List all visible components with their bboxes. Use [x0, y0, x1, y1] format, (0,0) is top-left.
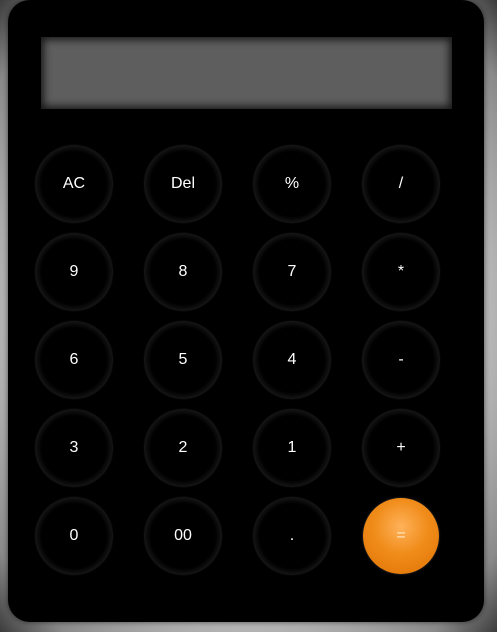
digit-6-button[interactable]: 6: [36, 322, 112, 398]
equals-button[interactable]: =: [363, 498, 439, 574]
divide-button[interactable]: /: [363, 146, 439, 222]
add-button[interactable]: +: [363, 410, 439, 486]
delete-button[interactable]: Del: [145, 146, 221, 222]
decimal-point-button[interactable]: .: [254, 498, 330, 574]
subtract-button[interactable]: -: [363, 322, 439, 398]
keypad: AC Del % / 9 8 7 * 6 5 4 - 3 2 1 + 0 00 …: [36, 146, 440, 574]
percent-button[interactable]: %: [254, 146, 330, 222]
calculator-body: AC Del % / 9 8 7 * 6 5 4 - 3 2 1 + 0 00 …: [8, 0, 484, 622]
digit-3-button[interactable]: 3: [36, 410, 112, 486]
digit-5-button[interactable]: 5: [145, 322, 221, 398]
digit-8-button[interactable]: 8: [145, 234, 221, 310]
all-clear-button[interactable]: AC: [36, 146, 112, 222]
digit-0-button[interactable]: 0: [36, 498, 112, 574]
digit-1-button[interactable]: 1: [254, 410, 330, 486]
digit-7-button[interactable]: 7: [254, 234, 330, 310]
digit-9-button[interactable]: 9: [36, 234, 112, 310]
double-zero-button[interactable]: 00: [145, 498, 221, 574]
digit-2-button[interactable]: 2: [145, 410, 221, 486]
multiply-button[interactable]: *: [363, 234, 439, 310]
calculator-display: [41, 37, 452, 109]
digit-4-button[interactable]: 4: [254, 322, 330, 398]
